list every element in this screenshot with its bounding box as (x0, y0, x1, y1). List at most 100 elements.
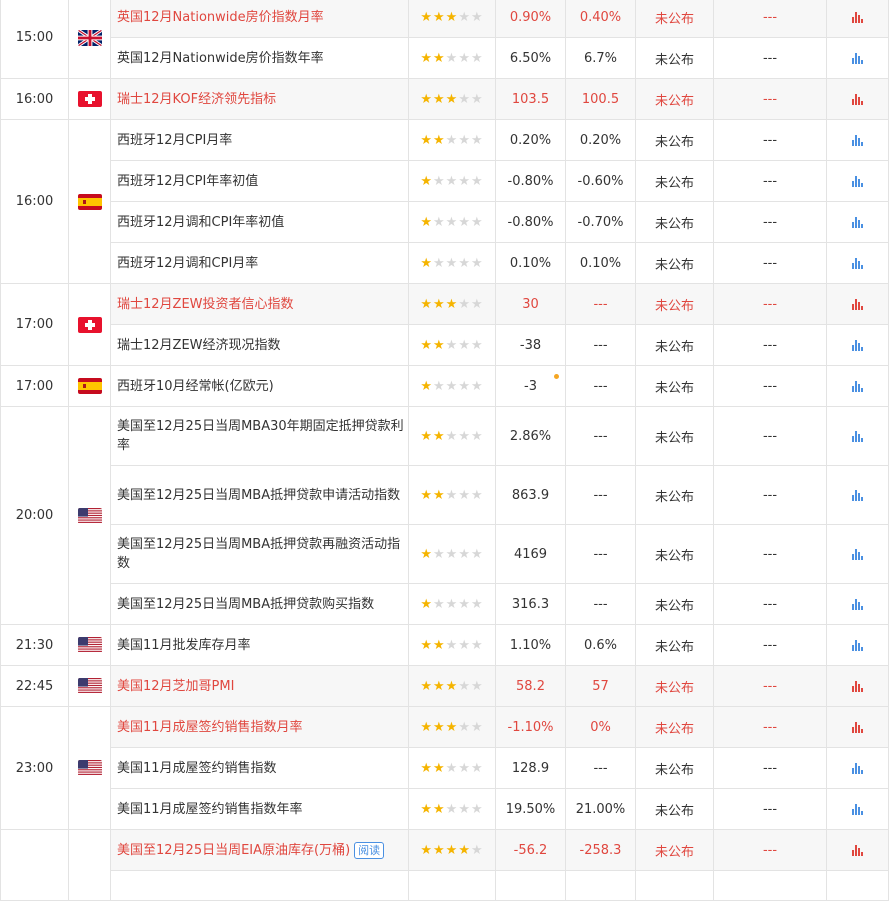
forecast-value: --- (565, 524, 636, 584)
event-name-text[interactable]: 西班牙10月经常帐(亿欧元) (117, 379, 274, 394)
event-name-text[interactable]: 西班牙12月CPI年率初值 (117, 174, 258, 189)
revised-value: --- (713, 160, 827, 202)
star-icon: ★ (458, 637, 471, 653)
chart-icon[interactable] (851, 298, 864, 310)
chart-icon[interactable] (851, 52, 864, 64)
chart-icon[interactable] (851, 639, 864, 651)
table-row (1, 870, 889, 901)
event-name-text[interactable]: 西班牙12月调和CPI年率初值 (117, 215, 284, 230)
star-icon: ★ (470, 487, 484, 503)
event-name[interactable]: 西班牙10月经常帐(亿欧元) (110, 365, 409, 407)
actual-value: 863.9 (495, 465, 566, 525)
star-icon: ★ (470, 9, 484, 25)
actual-value: -0.80% (495, 201, 566, 243)
forecast-value: 0% (565, 706, 636, 748)
event-name[interactable]: 美国11月成屋签约销售指数 (110, 747, 409, 789)
event-name-text[interactable]: 瑞士12月KOF经济领先指标 (117, 92, 276, 107)
event-name[interactable]: 美国至12月25日当周MBA抵押贷款购买指数 (110, 583, 409, 625)
event-name[interactable]: 美国12月芝加哥PMI (110, 665, 409, 707)
event-name-text[interactable]: 美国11月成屋签约销售指数年率 (117, 802, 303, 817)
revised-value: --- (713, 0, 827, 38)
stars-icon: ★★★★★ (420, 297, 483, 312)
chart-icon[interactable] (851, 680, 864, 692)
event-name[interactable]: 西班牙12月调和CPI月率 (110, 242, 409, 284)
event-name-text[interactable]: 瑞士12月ZEW经济现况指数 (117, 338, 281, 353)
revised-value: --- (713, 283, 827, 325)
event-name-text[interactable]: 英国12月Nationwide房价指数年率 (117, 51, 324, 66)
chart-icon[interactable] (851, 489, 864, 501)
star-icon: ★ (433, 173, 446, 189)
event-name[interactable]: 美国11月批发库存月率 (110, 624, 409, 666)
flag-cell (68, 283, 111, 366)
switzerland-flag-icon (77, 91, 102, 107)
actual-value: -38 (495, 324, 566, 366)
read-tag[interactable]: 阅读 (354, 841, 385, 859)
star-icon: ★ (433, 637, 446, 653)
previous-value: 未公布 (635, 119, 714, 161)
event-name[interactable]: 美国至12月25日当周EIA原油库存(万桶) 阅读 (110, 829, 409, 871)
event-name-text[interactable]: 英国12月Nationwide房价指数月率 (117, 10, 324, 25)
event-name[interactable]: 瑞士12月ZEW投资者信心指数 (110, 283, 409, 325)
chart-icon[interactable] (851, 11, 864, 23)
star-icon: ★ (420, 719, 434, 735)
chart-cell (826, 37, 889, 79)
star-icon: ★ (470, 173, 484, 189)
star-icon: ★ (420, 255, 434, 271)
flag-cell (68, 78, 111, 120)
chart-icon[interactable] (851, 380, 864, 392)
chart-icon[interactable] (851, 721, 864, 733)
event-name-text[interactable]: 美国11月成屋签约销售指数月率 (117, 720, 303, 735)
star-icon: ★ (445, 132, 459, 148)
event-name[interactable]: 美国至12月25日当周MBA30年期固定抵押贷款利率 (110, 406, 409, 466)
revised-value: --- (713, 465, 827, 525)
importance-stars: ★★★★★ (408, 201, 496, 243)
chart-icon[interactable] (851, 216, 864, 228)
chart-icon[interactable] (851, 339, 864, 351)
chart-icon[interactable] (851, 598, 864, 610)
economic-calendar-table: 15:00 英国12月Nationwide房价指数月率 ★★★★★ 0.90% 0.40… (0, 0, 889, 901)
event-name-text[interactable]: 美国11月成屋签约销售指数 (117, 761, 277, 776)
event-name[interactable]: 美国至12月25日当周MBA抵押贷款再融资活动指数 (110, 524, 409, 584)
event-name[interactable]: 瑞士12月ZEW经济现况指数 (110, 324, 409, 366)
event-name-text[interactable]: 美国11月批发库存月率 (117, 638, 251, 653)
event-name-text[interactable]: 美国至12月25日当周MBA30年期固定抵押贷款利率 (117, 419, 404, 453)
chart-icon[interactable] (851, 430, 864, 442)
chart-icon[interactable] (851, 762, 864, 774)
chart-cell (826, 465, 889, 525)
star-icon: ★ (433, 678, 446, 694)
star-icon: ★ (420, 637, 434, 653)
event-name[interactable]: 英国12月Nationwide房价指数年率 (110, 37, 409, 79)
event-name-text[interactable]: 西班牙12月CPI月率 (117, 133, 232, 148)
chart-icon[interactable] (851, 548, 864, 560)
event-name-text[interactable]: 西班牙12月调和CPI月率 (117, 256, 258, 271)
chart-icon[interactable] (851, 134, 864, 146)
chart-icon[interactable] (851, 93, 864, 105)
event-name-text[interactable]: 美国至12月25日当周MBA抵押贷款购买指数 (117, 597, 374, 612)
event-name[interactable]: 西班牙12月CPI月率 (110, 119, 409, 161)
event-name-text[interactable]: 美国至12月25日当周MBA抵押贷款再融资活动指数 (117, 537, 400, 571)
chart-icon[interactable] (851, 844, 864, 856)
stars-icon: ★★★★★ (420, 679, 483, 694)
flag-cell (68, 829, 111, 901)
chart-icon[interactable] (851, 257, 864, 269)
chart-cell (826, 242, 889, 284)
chart-icon[interactable] (851, 175, 864, 187)
event-name[interactable]: 西班牙12月调和CPI年率初值 (110, 201, 409, 243)
forecast-value: 21.00% (565, 788, 636, 830)
event-name[interactable]: 美国11月成屋签约销售指数月率 (110, 706, 409, 748)
event-name[interactable]: 英国12月Nationwide房价指数月率 (110, 0, 409, 38)
event-name[interactable]: 美国11月成屋签约销售指数年率 (110, 788, 409, 830)
event-name-text[interactable]: 美国12月芝加哥PMI (117, 679, 234, 694)
event-name[interactable]: 瑞士12月KOF经济领先指标 (110, 78, 409, 120)
star-icon: ★ (445, 596, 459, 612)
event-name-text[interactable]: 瑞士12月ZEW投资者信心指数 (117, 297, 294, 312)
table-row: 西班牙12月调和CPI年率初值 ★★★★★ -0.80% -0.70% 未公布 --- (1, 201, 889, 243)
event-name-text[interactable]: 美国至12月25日当周EIA原油库存(万桶) (117, 843, 350, 858)
event-name-text[interactable]: 美国至12月25日当周MBA抵押贷款申请活动指数 (117, 488, 400, 503)
event-name[interactable]: 美国至12月25日当周MBA抵押贷款申请活动指数 (110, 465, 409, 525)
event-name[interactable]: 西班牙12月CPI年率初值 (110, 160, 409, 202)
star-icon: ★ (470, 296, 484, 312)
chart-icon[interactable] (851, 803, 864, 815)
star-icon: ★ (433, 428, 446, 444)
stars-icon: ★★★★★ (420, 92, 483, 107)
